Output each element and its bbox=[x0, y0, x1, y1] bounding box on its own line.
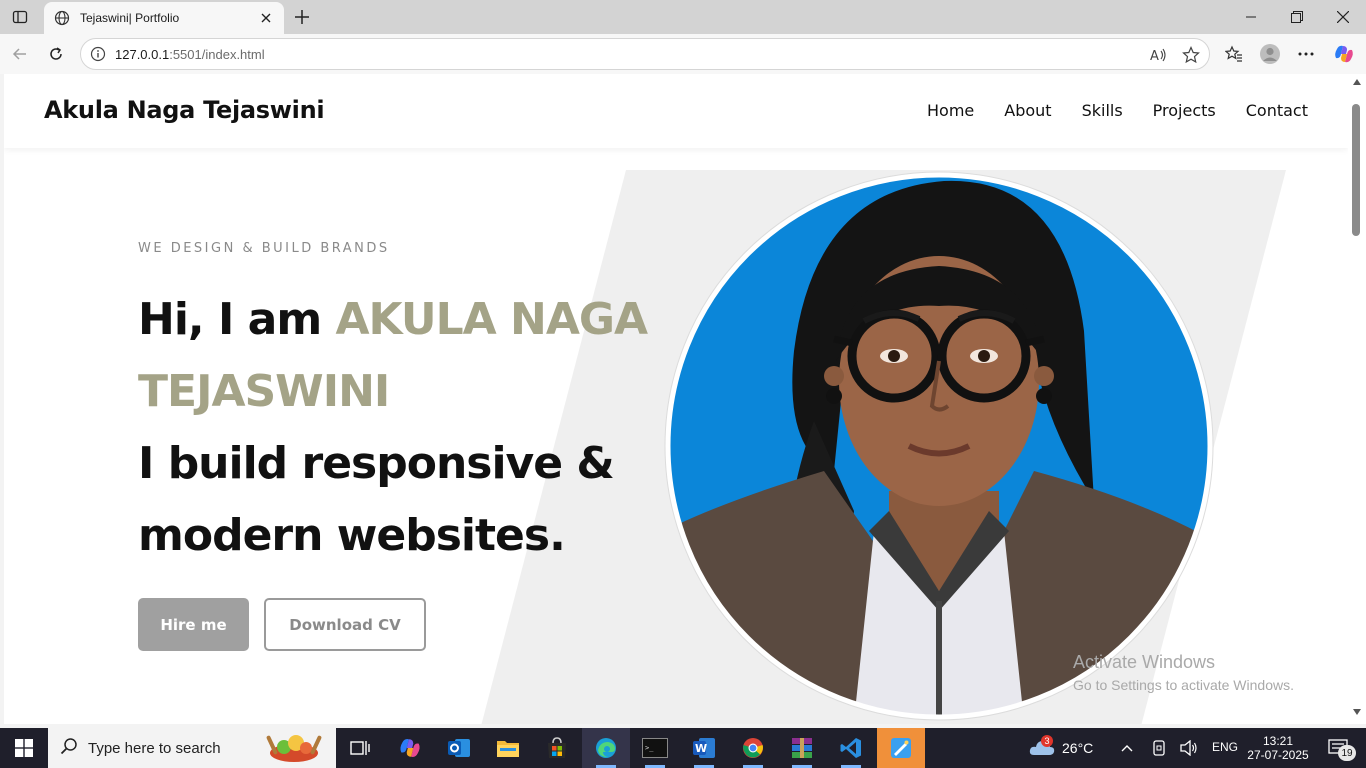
nav-home[interactable]: Home bbox=[927, 101, 974, 120]
word-icon[interactable]: W bbox=[680, 728, 728, 768]
search-placeholder: Type here to search bbox=[88, 739, 221, 757]
vscode-icon[interactable] bbox=[827, 728, 875, 768]
terminal-app-icon[interactable]: >_ bbox=[631, 728, 679, 768]
hero-greeting: Hi, I am bbox=[138, 294, 336, 345]
windows-activation-watermark: Activate Windows Go to Settings to activ… bbox=[1073, 652, 1294, 693]
nav-about[interactable]: About bbox=[1004, 101, 1051, 120]
minimize-icon[interactable] bbox=[1228, 0, 1274, 34]
clock-date: 27-07-2025 bbox=[1247, 748, 1309, 762]
edge-browser-icon[interactable] bbox=[582, 728, 630, 768]
device-icon[interactable] bbox=[1146, 728, 1172, 768]
close-window-icon[interactable] bbox=[1320, 0, 1366, 34]
language-indicator[interactable]: ENG bbox=[1212, 740, 1238, 754]
hero-headline: Hi, I am AKULA NAGA TEJASWINI I build res… bbox=[138, 284, 678, 572]
nav-skills[interactable]: Skills bbox=[1082, 101, 1123, 120]
windows-start-icon[interactable] bbox=[0, 728, 48, 768]
tab-title: Tejaswini| Portfolio bbox=[80, 11, 180, 25]
hero-tagline: I build responsive & modern websites. bbox=[138, 438, 615, 561]
show-hidden-icons-icon[interactable] bbox=[1114, 728, 1140, 768]
windows-taskbar: Type here to search >_ W 3 26°C ENG 13:2… bbox=[0, 728, 1366, 768]
browser-tab[interactable]: Tejaswini| Portfolio bbox=[44, 2, 284, 34]
clock[interactable]: 13:21 27-07-2025 bbox=[1242, 728, 1314, 768]
notification-center-icon[interactable]: 19 bbox=[1318, 728, 1358, 768]
nav-contact[interactable]: Contact bbox=[1246, 101, 1308, 120]
svg-text:>_: >_ bbox=[645, 744, 654, 752]
notification-count-badge: 19 bbox=[1338, 745, 1356, 761]
refresh-icon[interactable] bbox=[42, 40, 70, 68]
microsoft-store-icon[interactable] bbox=[533, 728, 581, 768]
scroll-up-icon[interactable] bbox=[1352, 78, 1362, 86]
scrollbar-thumb[interactable] bbox=[1352, 104, 1360, 236]
hire-me-button[interactable]: Hire me bbox=[138, 598, 249, 651]
paint-tools-icon[interactable] bbox=[877, 728, 925, 768]
clock-time: 13:21 bbox=[1262, 734, 1294, 748]
search-highlight-illustration-icon bbox=[266, 735, 322, 762]
site-info-icon[interactable] bbox=[90, 46, 106, 62]
winrar-icon[interactable] bbox=[778, 728, 826, 768]
tab-close-icon[interactable] bbox=[258, 10, 274, 26]
read-aloud-icon[interactable]: A bbox=[1149, 45, 1169, 65]
profile-photo bbox=[664, 171, 1214, 721]
address-bar[interactable]: 127.0.0.1:5501/index.html A bbox=[80, 38, 1210, 70]
download-cv-button[interactable]: Download CV bbox=[264, 598, 426, 651]
browser-toolbar: 127.0.0.1:5501/index.html A bbox=[0, 34, 1366, 74]
weather-temp: 26°C bbox=[1062, 740, 1094, 756]
task-view-icon[interactable] bbox=[336, 728, 384, 768]
url-host: 127.0.0.1 bbox=[115, 46, 170, 62]
search-icon bbox=[60, 737, 78, 759]
scroll-down-icon[interactable] bbox=[1352, 708, 1362, 716]
more-menu-icon[interactable] bbox=[1292, 40, 1320, 68]
url-text: 127.0.0.1:5501/index.html bbox=[115, 47, 265, 62]
tab-strip: Tejaswini| Portfolio bbox=[0, 0, 1366, 34]
url-path: :5501/index.html bbox=[169, 46, 265, 62]
file-explorer-icon[interactable] bbox=[484, 728, 532, 768]
svg-text:W: W bbox=[695, 742, 707, 755]
copilot-icon[interactable] bbox=[1330, 40, 1358, 68]
weather-badge: 3 bbox=[1041, 735, 1053, 747]
weather-widget[interactable]: 3 26°C bbox=[1024, 728, 1100, 768]
globe-icon bbox=[54, 10, 70, 26]
favorites-icon[interactable] bbox=[1220, 40, 1248, 68]
page-scrollbar[interactable] bbox=[1348, 74, 1366, 724]
svg-text:A: A bbox=[1150, 49, 1159, 63]
taskbar-search-box[interactable]: Type here to search bbox=[48, 728, 336, 768]
copilot-taskbar-icon[interactable] bbox=[386, 728, 434, 768]
new-tab-icon[interactable] bbox=[290, 5, 314, 29]
tab-actions-icon[interactable] bbox=[8, 6, 32, 28]
activate-subtitle: Go to Settings to activate Windows. bbox=[1073, 677, 1294, 693]
site-brand[interactable]: Akula Naga Tejaswini bbox=[44, 96, 325, 124]
page-viewport: Akula Naga Tejaswini Home About Skills P… bbox=[4, 74, 1348, 724]
hero-kicker: WE DESIGN & BUILD BRANDS bbox=[138, 241, 390, 256]
volume-icon[interactable] bbox=[1176, 728, 1202, 768]
favorite-star-icon[interactable] bbox=[1181, 45, 1201, 65]
site-header: Akula Naga Tejaswini Home About Skills P… bbox=[4, 74, 1348, 148]
nav-projects[interactable]: Projects bbox=[1153, 101, 1216, 120]
chrome-icon[interactable] bbox=[729, 728, 777, 768]
back-arrow-icon[interactable] bbox=[6, 40, 34, 68]
profile-avatar-icon[interactable] bbox=[1256, 40, 1284, 68]
outlook-icon[interactable] bbox=[435, 728, 483, 768]
restore-icon[interactable] bbox=[1274, 0, 1320, 34]
site-nav: Home About Skills Projects Contact bbox=[927, 101, 1308, 120]
activate-title: Activate Windows bbox=[1073, 652, 1216, 672]
